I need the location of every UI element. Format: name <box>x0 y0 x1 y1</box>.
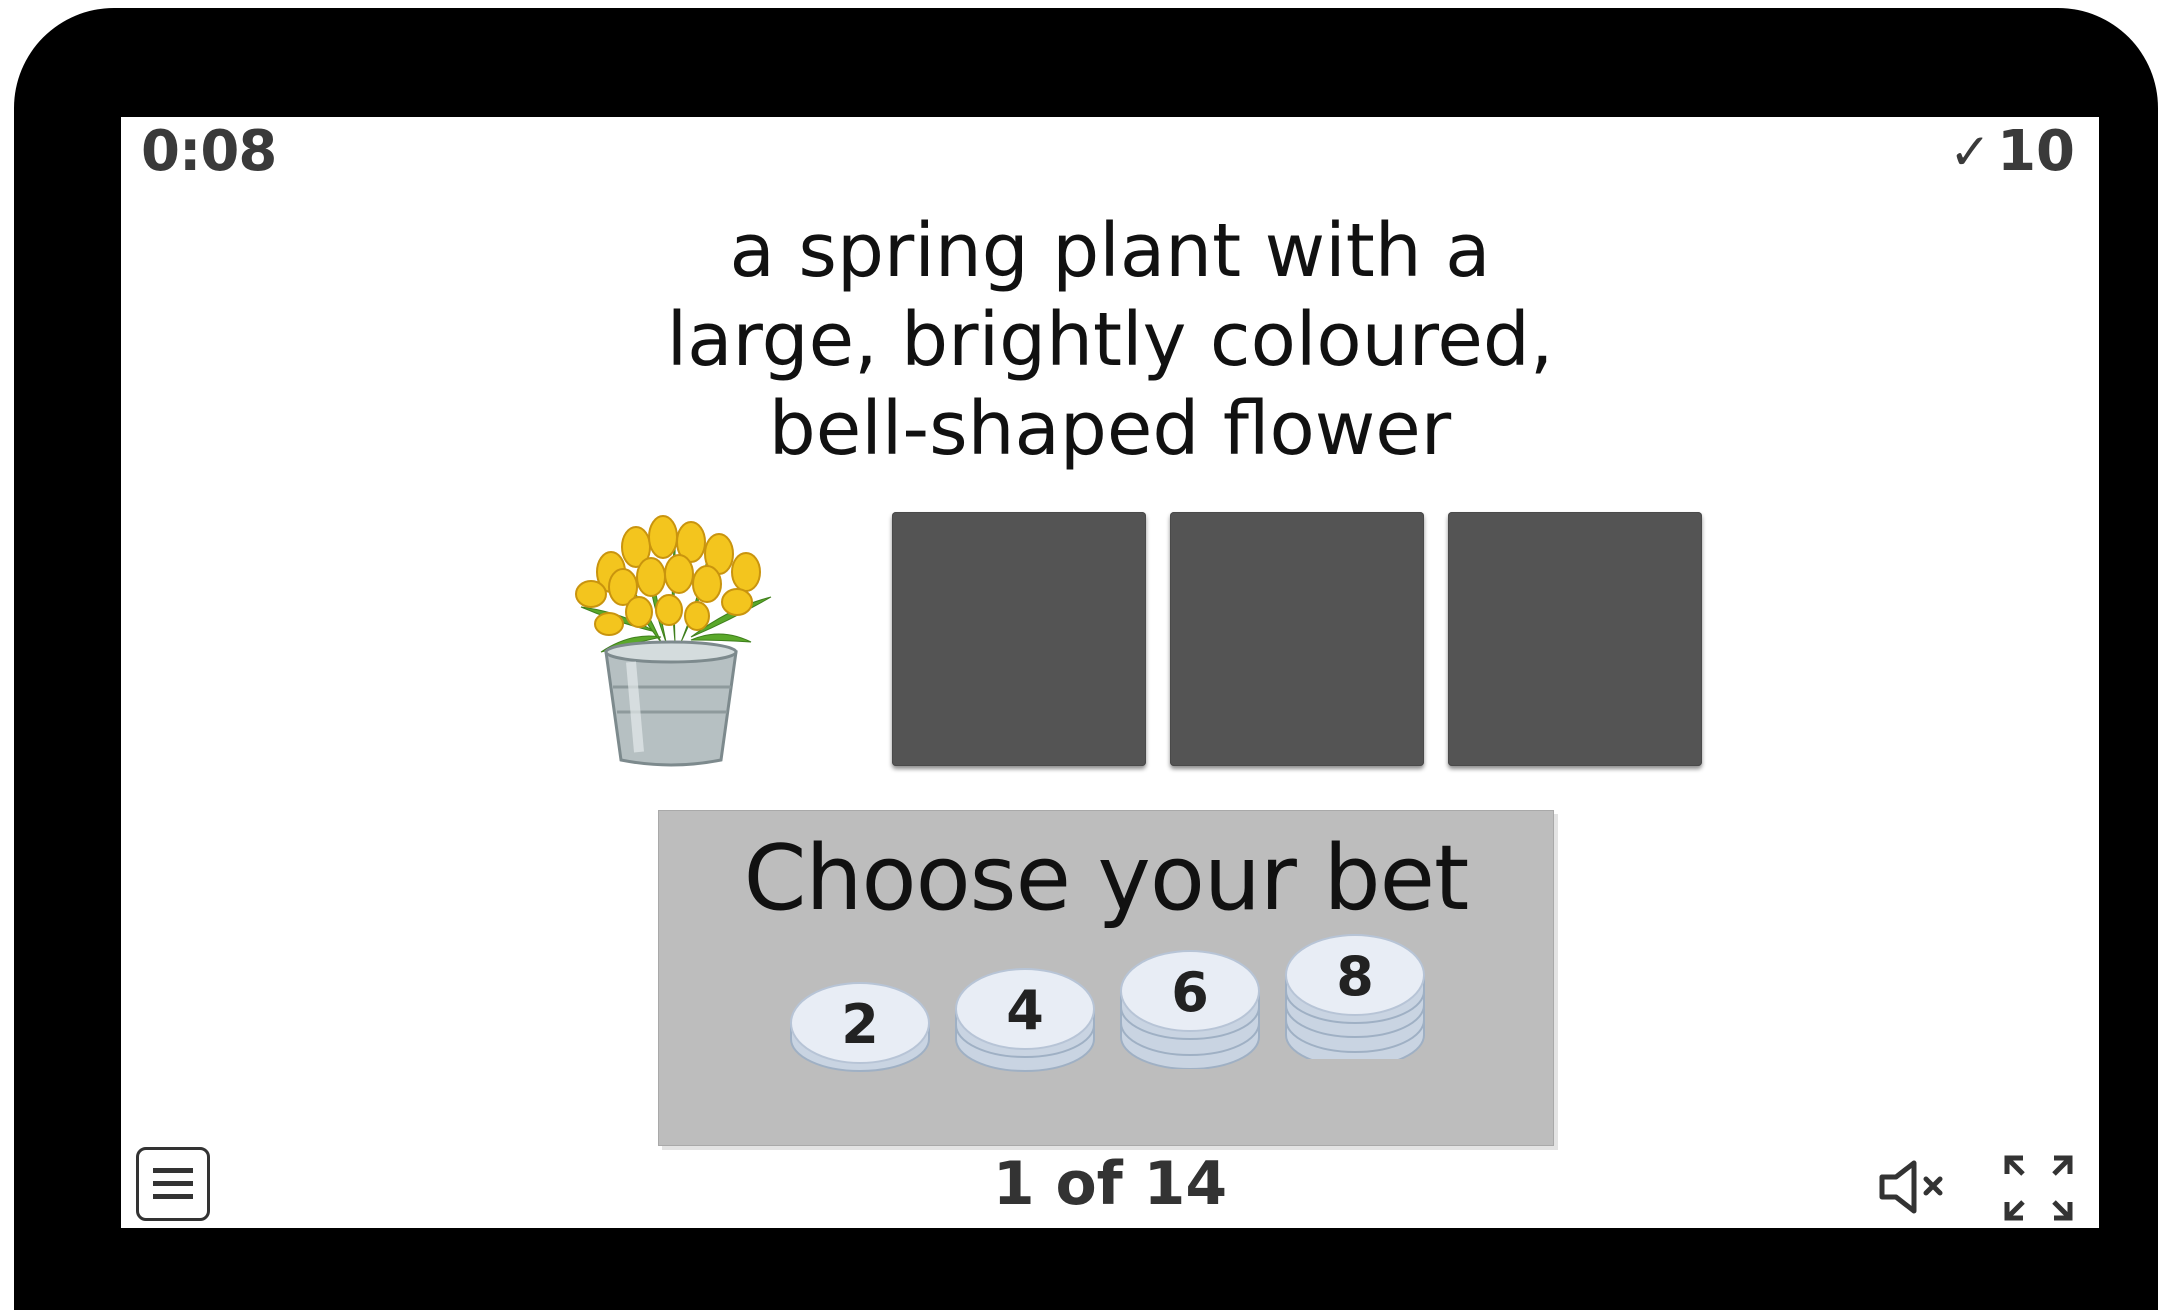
bet-chip-2[interactable]: 2 <box>789 961 931 1091</box>
answer-tile <box>1170 512 1424 766</box>
tulips-in-bucket-image <box>575 515 772 767</box>
score-counter: ✓ 10 <box>1949 119 2075 184</box>
bet-chip-8[interactable]: 8 <box>1284 929 1426 1068</box>
bet-chip-label: 2 <box>841 993 879 1056</box>
fullscreen-icon[interactable] <box>2001 1152 2076 1224</box>
timer: 0:08 <box>141 119 277 184</box>
clue-line: a spring plant with a <box>729 208 1491 294</box>
bet-chip-label: 6 <box>1171 961 1209 1024</box>
question-progress: 1 of 14 <box>992 1149 1228 1219</box>
device-frame: 0:08 ✓ 10 a spring plant with a large, b… <box>14 8 2158 1310</box>
bet-title: Choose your bet <box>743 826 1470 931</box>
clue-line: large, brightly coloured, <box>666 297 1554 383</box>
mute-icon[interactable] <box>1876 1157 1956 1217</box>
bet-panel: Choose your bet 2 4 6 8 <box>658 810 1554 1146</box>
game-screen: 0:08 ✓ 10 a spring plant with a large, b… <box>121 117 2099 1228</box>
score-value: 10 <box>1997 119 2075 184</box>
clue-line: bell-shaped flower <box>768 386 1452 472</box>
answer-tile <box>1448 512 1702 766</box>
checkmark-icon: ✓ <box>1949 122 1992 181</box>
bet-chip-4[interactable]: 4 <box>954 951 1096 1081</box>
bet-chip-label: 4 <box>1006 979 1044 1042</box>
clue-text: a spring plant with a large, brightly co… <box>121 207 2099 474</box>
bet-chip-6[interactable]: 6 <box>1119 939 1261 1070</box>
bet-chip-label: 8 <box>1336 945 1374 1008</box>
answer-tile <box>892 512 1146 766</box>
